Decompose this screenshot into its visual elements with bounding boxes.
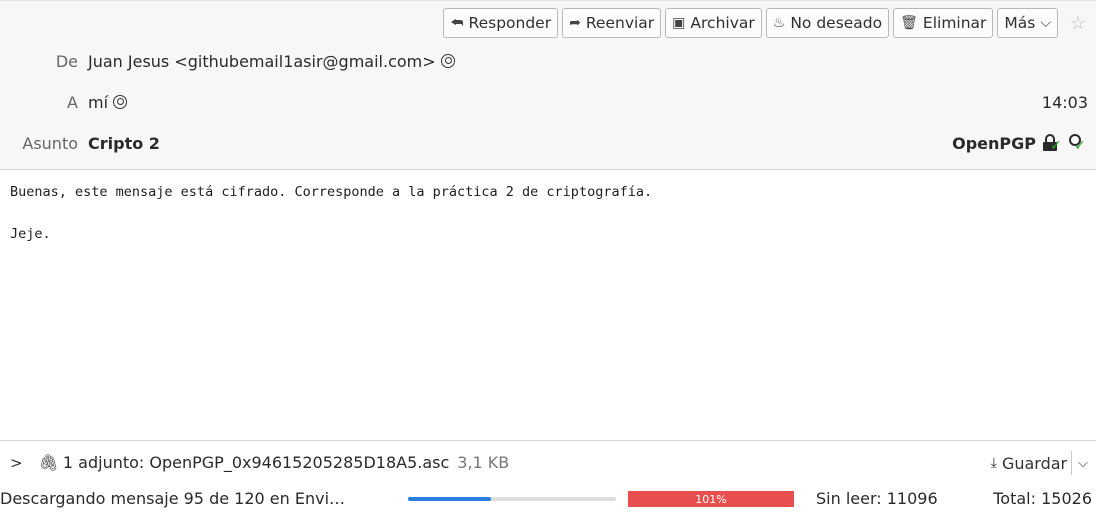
subject-label: Asunto xyxy=(22,133,78,153)
openpgp-status[interactable]: OpenPGP ✓ ✓ xyxy=(952,128,1086,158)
message-body: Buenas, este mensaje está cifrado. Corre… xyxy=(10,182,652,266)
message-line: Jeje. xyxy=(10,226,51,242)
subject-value: Cripto 2 xyxy=(88,133,160,153)
delete-button[interactable]: 🗑 Eliminar xyxy=(893,8,994,38)
junk-icon: ♨ xyxy=(772,15,786,31)
download-icon: ⤓ xyxy=(990,455,997,471)
attachment-label[interactable]: 1 adjunto: OpenPGP_0x94615205285D18A5.as… xyxy=(63,453,449,472)
encrypted-lock-icon: ✓ xyxy=(1042,134,1062,153)
attachment-size: 3,1 KB xyxy=(457,453,510,472)
reply-label: Responder xyxy=(468,14,552,32)
junk-label: No deseado xyxy=(790,14,883,32)
paperclip-icon: 🖇 xyxy=(38,453,59,472)
to-label: A xyxy=(67,92,78,112)
status-text: Descargando mensaje 95 de 120 en Envi… xyxy=(0,489,346,508)
memory-usage-label: 101% xyxy=(695,492,727,506)
attachment-bar: > 🖇 1 adjunto: OpenPGP_0x94615205285D18A… xyxy=(0,440,1096,484)
save-label: Guardar xyxy=(1001,453,1068,473)
archive-label: Archivar xyxy=(690,14,755,32)
contact-icon[interactable] xyxy=(113,95,128,109)
unread-count: Sin leer: 11096 xyxy=(816,489,938,508)
message-time: 14:03 xyxy=(1041,92,1088,112)
junk-button[interactable]: ♨ No deseado xyxy=(765,8,890,38)
reply-icon: ⮪ xyxy=(450,15,464,31)
from-value[interactable]: Juan Jesus <githubemail1asir@gmail.com> xyxy=(88,52,436,71)
message-line: Buenas, este mensaje está cifrado. Corre… xyxy=(10,184,653,200)
openpgp-label: OpenPGP xyxy=(952,133,1036,153)
message-header: ⮪ Responder ➦ Reenviar ▣ Archivar ♨ No d… xyxy=(0,0,1096,170)
to-row: A mí xyxy=(0,87,128,117)
trash-icon: 🗑 xyxy=(900,15,918,31)
status-bar: Descargando mensaje 95 de 120 en Envi… 1… xyxy=(0,484,1096,513)
more-label: Más xyxy=(1004,14,1036,32)
from-label: De xyxy=(55,51,78,71)
to-value[interactable]: mí xyxy=(88,93,108,112)
total-count: Total: 15026 xyxy=(993,489,1092,508)
delete-label: Eliminar xyxy=(922,14,987,32)
more-button[interactable]: Más ⌵ xyxy=(997,8,1058,38)
memory-usage-bar: 101% xyxy=(628,491,794,507)
download-progress-fill xyxy=(408,497,492,501)
message-toolbar: ⮪ Responder ➦ Reenviar ▣ Archivar ♨ No d… xyxy=(443,8,1090,38)
chevron-down-icon: ⌵ xyxy=(1040,15,1051,31)
archive-icon: ▣ xyxy=(672,15,686,31)
forward-icon: ➦ xyxy=(569,15,581,31)
contact-icon[interactable] xyxy=(440,54,455,68)
forward-button[interactable]: ➦ Reenviar xyxy=(562,8,662,38)
forward-label: Reenviar xyxy=(585,14,655,32)
chevron-down-icon[interactable]: ⌵ xyxy=(1078,456,1088,471)
save-attachment-button[interactable]: ⤓ Guardar ⌵ xyxy=(991,448,1096,478)
from-row: De Juan Jesus <githubemail1asir@gmail.co… xyxy=(0,46,455,76)
download-progress xyxy=(408,497,616,501)
reply-button[interactable]: ⮪ Responder xyxy=(443,8,559,38)
signature-verified-icon: ✓ xyxy=(1066,134,1086,153)
chevron-right-icon[interactable]: > xyxy=(10,454,23,472)
star-icon[interactable]: ☆ xyxy=(1066,8,1090,38)
subject-row: Asunto Cripto 2 xyxy=(0,128,160,158)
archive-button[interactable]: ▣ Archivar xyxy=(665,8,762,38)
